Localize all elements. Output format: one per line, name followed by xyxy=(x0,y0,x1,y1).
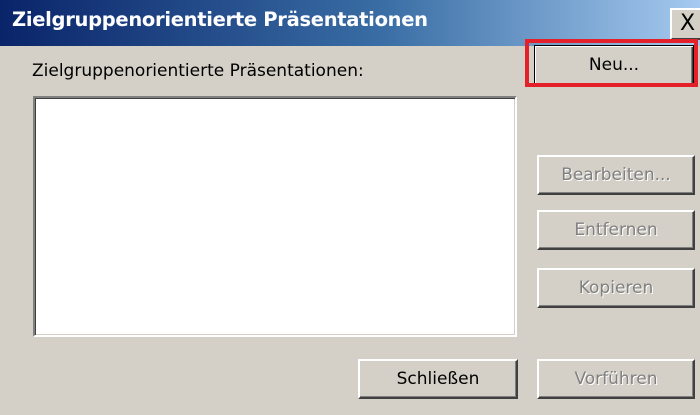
remove-button[interactable]: Entfernen xyxy=(537,210,695,250)
title-bar: Zielgruppenorientierte Präsentationen X xyxy=(0,0,700,46)
new-button[interactable]: Neu... xyxy=(534,45,694,87)
custom-shows-list-label: Zielgruppenorientierte Präsentationen: xyxy=(32,61,364,81)
window-title: Zielgruppenorientierte Präsentationen xyxy=(12,8,428,31)
custom-shows-listbox[interactable] xyxy=(33,96,517,337)
show-button[interactable]: Vorführen xyxy=(537,359,695,399)
edit-button[interactable]: Bearbeiten... xyxy=(537,155,695,195)
custom-shows-dialog: Zielgruppenorientierte Präsentationen X … xyxy=(0,0,700,415)
close-button[interactable]: Schließen xyxy=(358,359,518,399)
copy-button[interactable]: Kopieren xyxy=(537,268,695,308)
close-icon: X xyxy=(680,11,696,36)
close-window-button[interactable]: X xyxy=(670,8,700,40)
